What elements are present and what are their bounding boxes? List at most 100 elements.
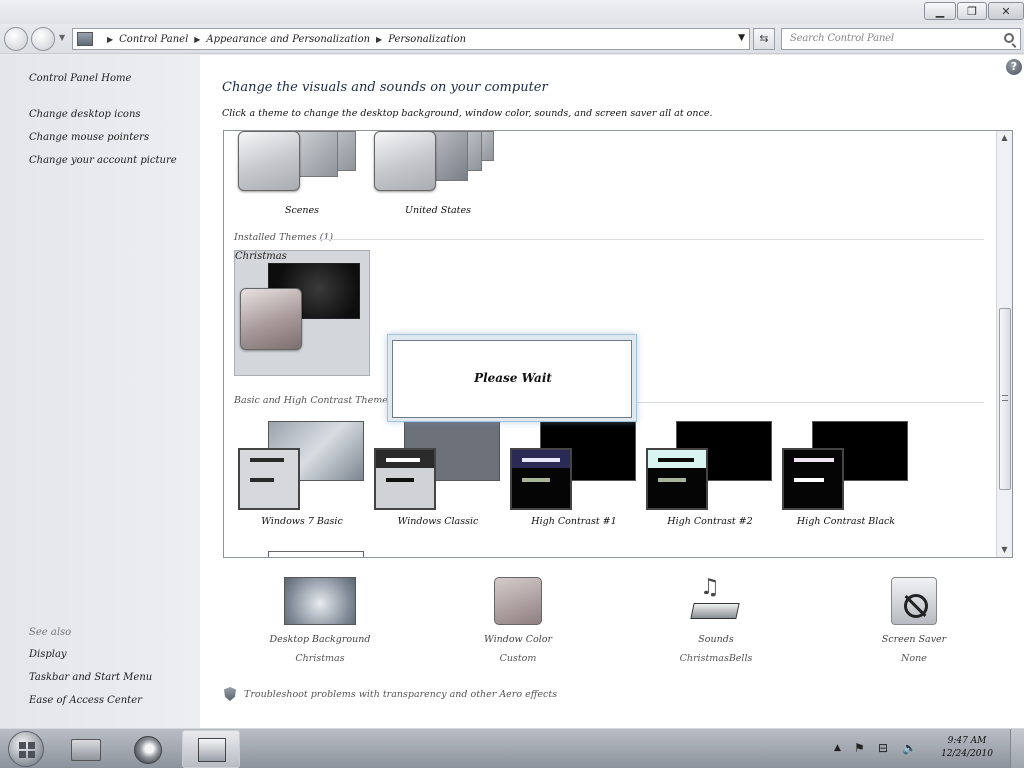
change-account-picture-link[interactable]: Change your account picture — [29, 155, 177, 166]
scroll-thumb[interactable] — [999, 308, 1011, 490]
clock[interactable]: 9:47 AM 12/24/2010 — [932, 735, 1002, 761]
network-icon[interactable]: ⊟ — [878, 741, 888, 755]
text-bar-sample — [386, 478, 414, 482]
scenes-window-preview — [238, 131, 300, 191]
title-bar-sample — [250, 458, 284, 462]
search-placeholder: Search Control Panel — [790, 33, 894, 44]
desktop-background-setting[interactable]: Desktop Background Christmas — [260, 577, 380, 664]
help-icon[interactable]: ? — [1006, 59, 1022, 75]
firefox-icon — [134, 736, 162, 764]
left-pane: Control Panel Home Change desktop icons … — [0, 55, 200, 728]
windows-logo-icon — [19, 742, 35, 758]
setting-value: None — [901, 653, 927, 664]
breadcrumb-separator-icon[interactable]: ▶ — [194, 35, 200, 44]
title-bar-sample — [658, 458, 694, 462]
start-button[interactable] — [8, 731, 44, 767]
please-wait-dialog: Please Wait — [387, 334, 637, 422]
show-desktop-button[interactable] — [1010, 729, 1024, 768]
hcb-window-preview — [782, 448, 844, 510]
setting-value: Custom — [499, 653, 537, 664]
setting-value: Christmas — [295, 653, 345, 664]
control-panel-home-link[interactable]: Control Panel Home — [29, 73, 131, 84]
setting-label: Window Color — [484, 634, 552, 645]
screen-saver-setting[interactable]: Screen Saver None — [854, 577, 974, 664]
theme-name: Christmas — [235, 251, 287, 262]
partial-theme-preview — [268, 551, 364, 557]
forward-button[interactable] — [31, 27, 55, 51]
theme-name: High Contrast #2 — [667, 516, 753, 527]
minimize-button[interactable]: ▁ — [924, 2, 956, 20]
taskbar-explorer[interactable] — [57, 730, 115, 768]
action-center-icon[interactable]: ⚑ — [854, 741, 865, 755]
classic-window-preview — [374, 448, 436, 510]
address-bar[interactable]: ▶ Control Panel ▶ Appearance and Persona… — [72, 28, 750, 50]
theme-name: United States — [404, 205, 471, 216]
scroll-grip — [1002, 395, 1008, 401]
theme-name: High Contrast #1 — [531, 516, 617, 527]
troubleshoot-link[interactable]: Troubleshoot problems with transparency … — [224, 687, 557, 701]
search-icon[interactable] — [1004, 33, 1014, 43]
address-dropdown-icon[interactable]: ▼ — [738, 33, 745, 43]
setting-label: Screen Saver — [881, 634, 947, 645]
volume-icon[interactable]: 🔈 — [902, 741, 917, 755]
scroll-down-icon[interactable]: ▼ — [997, 543, 1012, 557]
maximize-icon: ❐ — [967, 4, 977, 18]
please-wait-text: Please Wait — [474, 371, 552, 385]
minimize-icon: ▁ — [935, 4, 945, 18]
display-link[interactable]: Display — [29, 649, 67, 660]
theme-name: Windows 7 Basic — [261, 516, 343, 527]
screen-saver-icon — [891, 577, 937, 625]
see-also-title: See also — [29, 627, 72, 638]
system-tray: ▲ ⚑ ⊟ 🔈 — [830, 729, 930, 768]
taskbar: ▲ ⚑ ⊟ 🔈 9:47 AM 12/24/2010 — [0, 728, 1024, 768]
theme-name: High Contrast Black — [796, 516, 896, 527]
control-panel-icon — [198, 738, 226, 762]
close-icon: ✕ — [1001, 4, 1011, 18]
setting-value: ChristmasBells — [679, 653, 753, 664]
change-mouse-pointers-link[interactable]: Change mouse pointers — [29, 132, 149, 143]
taskbar-firefox[interactable] — [119, 730, 177, 768]
window-color-swatch — [494, 577, 542, 625]
desktop-background-thumbnail — [284, 577, 356, 625]
setting-label: Desktop Background — [269, 634, 371, 645]
scroll-up-icon[interactable]: ▲ — [997, 131, 1012, 145]
basic-themes-title: Basic and High Contrast Themes (6) — [234, 395, 410, 406]
back-button[interactable] — [4, 27, 28, 51]
breadcrumb-separator-icon[interactable]: ▶ — [376, 35, 382, 44]
ease-of-access-link[interactable]: Ease of Access Center — [29, 695, 142, 706]
show-hidden-icons-icon[interactable]: ▲ — [834, 743, 841, 753]
recent-pages-dropdown[interactable]: ▼ — [59, 33, 65, 42]
close-button[interactable]: ✕ — [988, 2, 1024, 20]
sounds-setting[interactable]: ♫ Sounds ChristmasBells — [656, 575, 776, 664]
control-panel-icon — [77, 32, 93, 46]
title-bar-sample — [522, 458, 560, 462]
page-title: Change the visuals and sounds on your co… — [222, 80, 548, 95]
text-bar-sample — [522, 478, 550, 482]
theme-list[interactable]: Scenes United States Installed Themes (1… — [223, 130, 1013, 558]
maximize-button[interactable]: ❐ — [957, 2, 987, 20]
theme-list-scrollbar[interactable]: ▲ ▼ — [996, 131, 1012, 557]
breadcrumb-control-panel[interactable]: Control Panel — [119, 34, 188, 45]
hc1-window-preview — [510, 448, 572, 510]
title-bar: ▁ ❐ ✕ — [0, 0, 1024, 24]
setting-label: Sounds — [698, 634, 734, 645]
text-bar-sample — [250, 478, 274, 482]
shield-icon — [224, 687, 236, 701]
folder-icon — [71, 739, 101, 761]
search-input[interactable]: Search Control Panel — [781, 28, 1021, 50]
theme-christmas[interactable]: Christmas — [234, 250, 370, 376]
breadcrumb-personalization[interactable]: Personalization — [388, 34, 466, 45]
window-color-setting[interactable]: Window Color Custom — [458, 577, 578, 664]
text-bar-sample — [794, 478, 824, 482]
clock-time: 9:47 AM — [947, 736, 987, 746]
breadcrumb-separator-icon[interactable]: ▶ — [107, 35, 113, 44]
title-bar-sample — [794, 458, 834, 462]
title-bar-sample — [386, 458, 420, 462]
change-desktop-icons-link[interactable]: Change desktop icons — [29, 109, 141, 120]
navigation-bar: ▼ ▶ Control Panel ▶ Appearance and Perso… — [0, 24, 1024, 54]
taskbar-start-menu-link[interactable]: Taskbar and Start Menu — [29, 672, 152, 683]
breadcrumb-appearance[interactable]: Appearance and Personalization — [206, 34, 370, 45]
taskbar-control-panel[interactable] — [182, 730, 240, 768]
installed-themes-title: Installed Themes (1) — [234, 232, 334, 243]
refresh-button[interactable]: ⇆ — [753, 28, 775, 50]
